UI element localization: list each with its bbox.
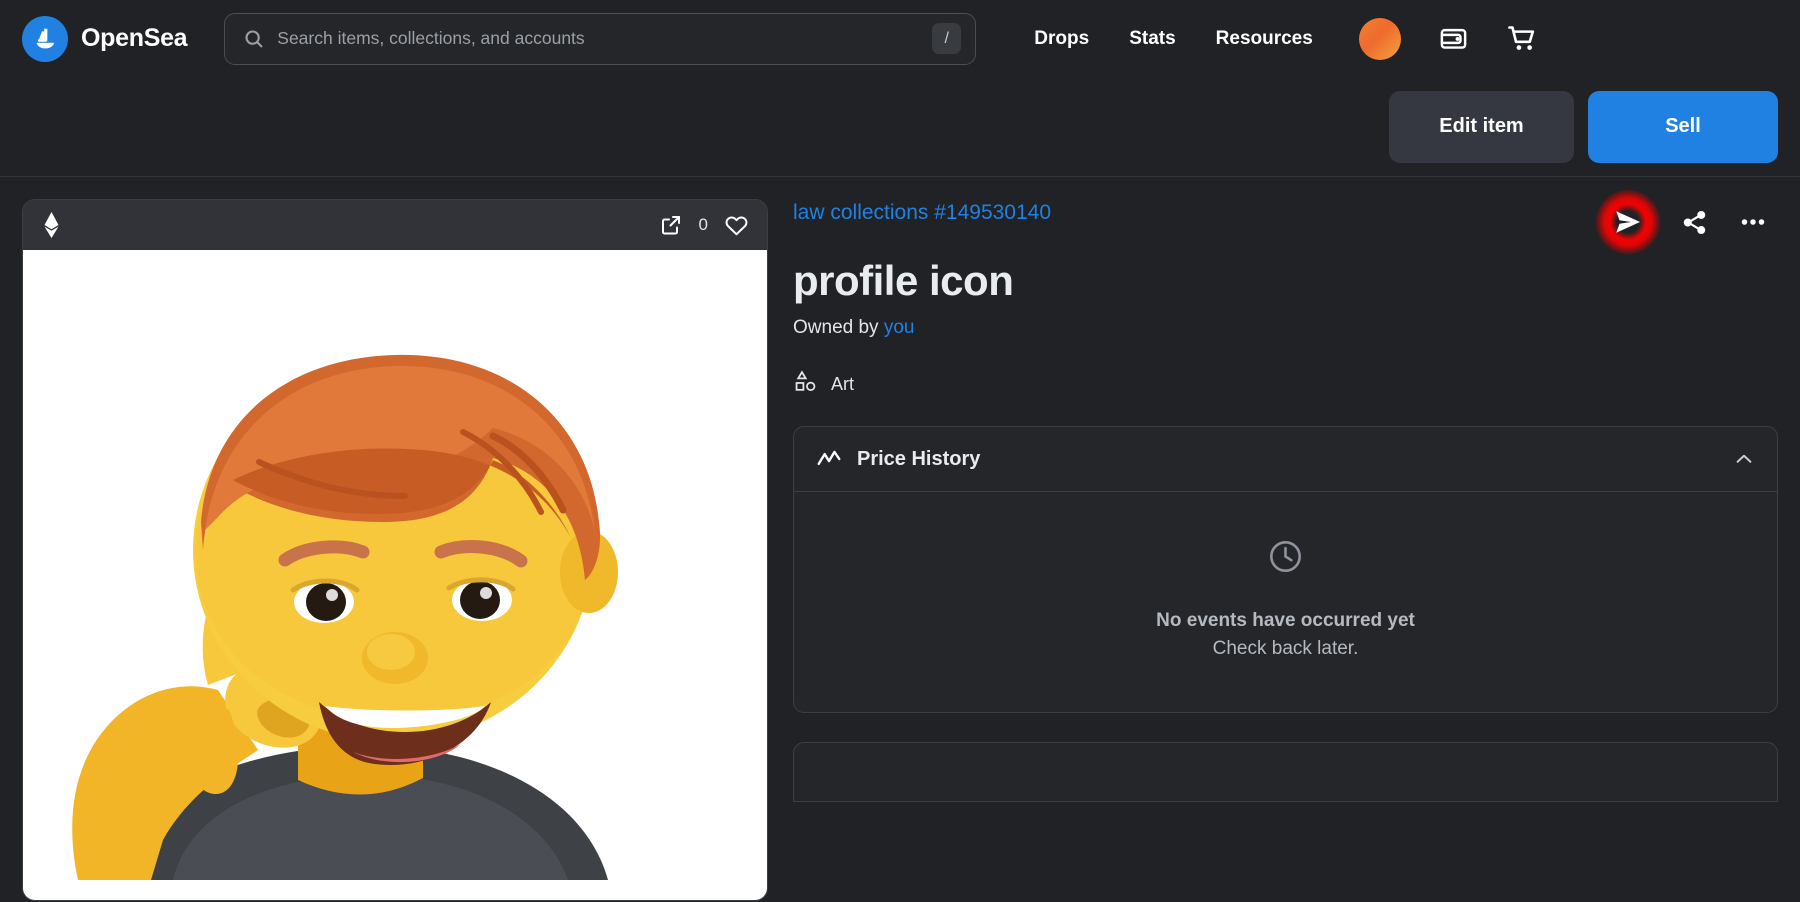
more-options-icon[interactable] (1738, 207, 1768, 237)
shapes-icon (793, 369, 818, 399)
next-panel-partial[interactable] (793, 742, 1778, 802)
price-history-title: Price History (857, 447, 981, 470)
sailboat-icon (22, 15, 68, 62)
price-history-panel: Price History No events have occurred ye… (793, 426, 1778, 713)
send-icon[interactable] (1596, 190, 1660, 254)
clock-icon (1267, 538, 1304, 580)
cart-icon[interactable] (1506, 22, 1539, 55)
category-row[interactable]: Art (793, 369, 1778, 399)
search-shortcut-badge: / (932, 23, 962, 54)
nav-links: Drops Stats Resources (1034, 28, 1313, 50)
price-history-empty-state: No events have occurred yet Check back l… (794, 491, 1777, 712)
search-bar[interactable]: / (224, 12, 977, 65)
avatar[interactable] (1358, 17, 1401, 60)
empty-state-subtitle: Check back later. (1212, 638, 1359, 659)
price-history-header[interactable]: Price History (794, 427, 1777, 491)
item-details-header: law collections #149530140 (793, 190, 1778, 254)
top-navigation-bar: OpenSea / Drops Stats Resources (0, 0, 1800, 77)
share-icon[interactable] (1681, 209, 1708, 236)
brand-logo-link[interactable]: OpenSea (22, 15, 188, 62)
like-count: 0 (698, 215, 708, 234)
owned-by-label: Owned by (793, 317, 879, 338)
nav-link-stats[interactable]: Stats (1129, 28, 1175, 50)
category-label: Art (831, 373, 855, 394)
edit-item-button[interactable]: Edit item (1389, 90, 1574, 163)
owner-link[interactable]: you (884, 317, 915, 338)
item-detail-actions (1596, 190, 1778, 254)
empty-state-title: No events have occurred yet (1156, 610, 1415, 631)
external-link-icon[interactable] (659, 213, 683, 237)
owner-line: Owned by you (793, 317, 1778, 339)
ethereum-icon (43, 212, 60, 238)
heart-icon[interactable] (724, 213, 749, 238)
page-title: profile icon (793, 257, 1014, 304)
nav-icon-group (1358, 17, 1539, 60)
item-details-panel: law collections #149530140 profile icon … (793, 190, 1778, 901)
nav-link-resources[interactable]: Resources (1216, 28, 1313, 50)
brand-name: OpenSea (81, 24, 188, 52)
item-action-bar: Edit item Sell (0, 77, 1800, 177)
item-page-main: 0 law collections #149530140 profile ico… (0, 177, 1800, 901)
sell-button[interactable]: Sell (1588, 90, 1778, 163)
nft-card-header-actions: 0 (659, 213, 749, 238)
chevron-up-icon[interactable] (1733, 448, 1755, 470)
nft-image[interactable] (23, 250, 767, 900)
search-icon (243, 28, 264, 49)
nft-media-card: 0 (22, 199, 768, 901)
wallet-icon[interactable] (1438, 23, 1469, 54)
nft-card-header: 0 (23, 200, 767, 250)
activity-chart-icon (816, 446, 842, 472)
search-input[interactable] (264, 28, 933, 49)
nav-link-drops[interactable]: Drops (1034, 28, 1089, 50)
collection-link[interactable]: law collections #149530140 (793, 199, 1051, 227)
